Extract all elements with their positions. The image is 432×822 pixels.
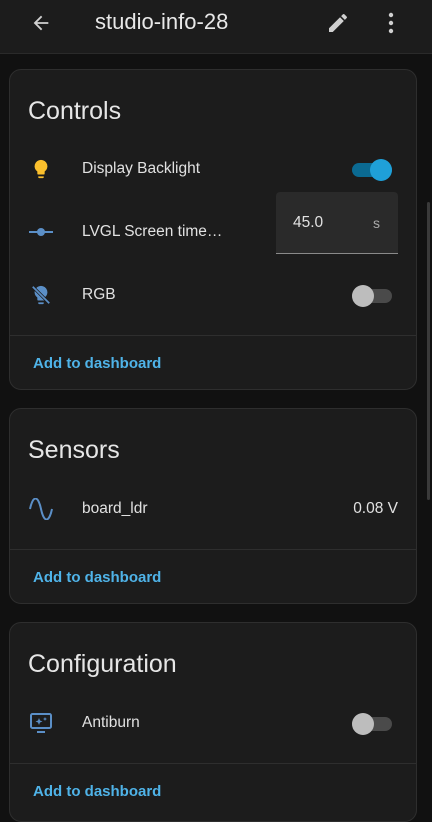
arrow-left-icon [33,15,49,31]
add-to-dashboard-button[interactable]: Add to dashboard [33,569,161,586]
entity-label: RGB [82,286,116,303]
toggle-knob [352,713,374,735]
edit-button[interactable] [323,8,353,38]
back-button[interactable] [26,8,56,38]
scrollbar[interactable] [427,202,430,500]
top-app-bar: studio-info-28 [0,0,432,54]
controls-card: Controls Display Backlight LVGL Screen t… [9,69,417,390]
toggle-knob [352,285,374,307]
configuration-card: Configuration Antiburn Add to dashboard [9,622,417,822]
entity-label: LVGL Screen time… [82,223,223,240]
card-title: Sensors [28,436,120,464]
pencil-icon [329,13,347,33]
card-title: Configuration [28,650,177,678]
toggle-knob [370,159,392,181]
entity-row-lvgl-screen-timeout[interactable]: LVGL Screen time… 45.0 s [10,192,416,257]
sensor-value: 0.08 V [353,500,398,517]
sine-wave-icon [28,496,54,522]
divider [10,335,416,336]
add-to-dashboard-button[interactable]: Add to dashboard [33,783,161,800]
antiburn-toggle[interactable] [352,712,392,735]
entity-label: Antiburn [82,714,140,731]
rgb-toggle[interactable] [352,284,392,307]
number-unit: s [373,215,380,231]
dots-vertical-icon [388,12,394,34]
lightbulb-off-icon [28,282,54,308]
number-value[interactable]: 45.0 [293,214,323,232]
sensors-card: Sensors board_ldr 0.08 V Add to dashboar… [9,408,417,604]
add-to-dashboard-button[interactable]: Add to dashboard [33,355,161,372]
entity-row-display-backlight[interactable]: Display Backlight [10,144,416,194]
entity-row-board-ldr[interactable]: board_ldr 0.08 V [10,484,416,534]
display-backlight-toggle[interactable] [352,158,392,181]
slider-icon [28,219,54,245]
monitor-sparkle-icon [28,710,54,736]
entity-label: board_ldr [82,500,148,517]
number-input[interactable]: 45.0 s [276,192,398,254]
card-title: Controls [28,97,122,125]
divider [10,763,416,764]
entity-row-rgb[interactable]: RGB [10,270,416,320]
more-options-button[interactable] [378,8,404,38]
entity-label: Display Backlight [82,160,201,177]
divider [10,549,416,550]
entity-row-antiburn[interactable]: Antiburn [10,698,416,748]
lightbulb-icon [28,156,54,182]
page-title: studio-info-28 [95,9,229,34]
